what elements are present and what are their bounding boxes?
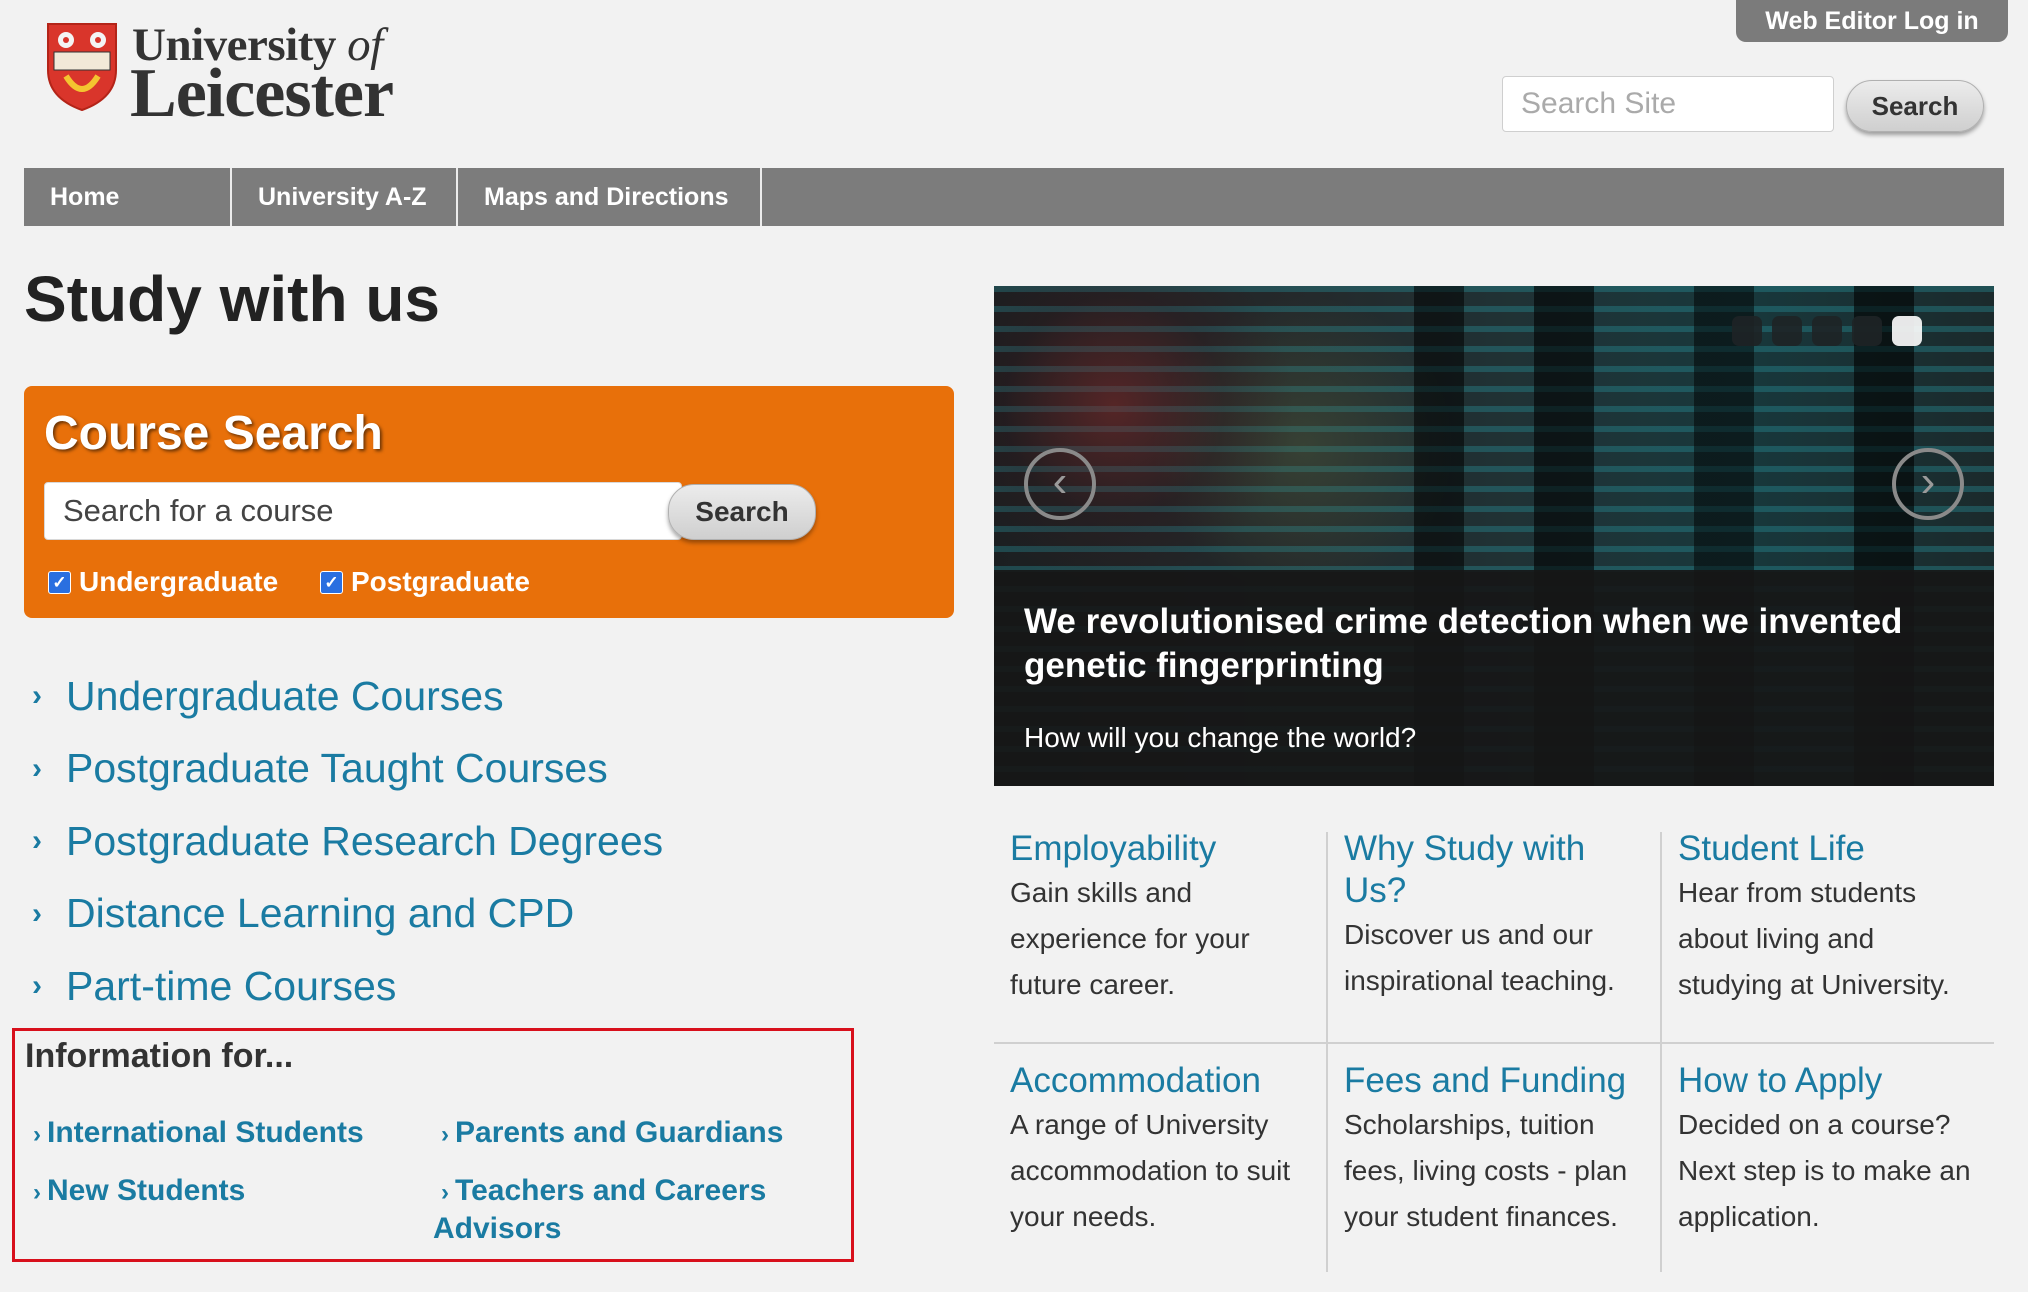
chevron-right-icon: › [33,1121,41,1148]
undergraduate-checkbox[interactable]: ✓ Undergraduate [48,566,278,598]
link-label: New Students [47,1174,246,1207]
main-nav: Home University A-Z Maps and Directions [24,168,2004,226]
hero-slider: ‹ › We revolutionised crime detection wh… [994,286,1994,786]
link-part-time-courses[interactable]: › Part-time Courses [32,950,663,1023]
feature-accommodation[interactable]: Accommodation A range of University acco… [994,1060,1327,1240]
slide-subtext: How will you change the world? [1024,722,1417,753]
course-search-button[interactable]: Search [668,484,816,540]
link-label: Distance Learning and CPD [66,890,575,937]
page-title: Study with us [24,263,440,335]
feature-title[interactable]: Why Study with Us? [1344,828,1644,912]
feature-title[interactable]: Employability [1010,828,1310,870]
feature-title[interactable]: Accommodation [1010,1060,1310,1102]
slider-dot-2[interactable] [1772,316,1802,346]
link-label: Postgraduate Research Degrees [66,817,664,864]
site-search-button[interactable]: Search [1846,80,1984,132]
feature-student-life[interactable]: Student Life Hear from students about li… [1662,828,1995,1008]
chevron-right-icon: › [32,751,42,785]
postgraduate-checkbox[interactable]: ✓ Postgraduate [320,566,530,598]
crest-icon [47,23,117,112]
information-for-box: Information for... › International Studen… [12,1028,854,1262]
feature-title[interactable]: Student Life [1678,828,1978,870]
grid-divider [994,1042,1994,1044]
university-logo[interactable]: University of Leicester [40,16,440,132]
feature-how-to-apply[interactable]: How to Apply Decided on a course? Next s… [1662,1060,1995,1240]
checkbox-checked-icon: ✓ [48,570,71,594]
feature-desc: Scholarships, tuition fees, living costs… [1344,1109,1628,1232]
link-undergraduate-courses[interactable]: › Undergraduate Courses [32,660,663,733]
feature-employability[interactable]: Employability Gain skills and experience… [994,828,1327,1008]
chevron-right-icon: › [32,824,42,858]
link-label: Part-time Courses [66,962,397,1009]
link-label: International Students [47,1116,364,1149]
slider-next-button[interactable]: › [1892,448,1964,520]
slider-dot-1[interactable] [1732,316,1762,346]
chevron-right-icon: › [32,679,42,713]
postgraduate-checkbox-label: Postgraduate [351,566,530,597]
link-postgraduate-taught-courses[interactable]: › Postgraduate Taught Courses [32,733,663,806]
checkbox-checked-icon: ✓ [320,570,343,594]
link-new-students[interactable]: › New Students [33,1173,245,1211]
slider-dot-3[interactable] [1812,316,1842,346]
information-for-title: Information for... [25,1037,294,1075]
slide-headline: We revolutionised crime detection when w… [1024,602,1903,685]
slider-dot-4[interactable] [1852,316,1882,346]
feature-why-study[interactable]: Why Study with Us? Discover us and our i… [1328,828,1661,1004]
feature-desc: Discover us and our inspirational teachi… [1344,919,1615,996]
slider-dot-5[interactable] [1892,316,1922,346]
link-distance-learning-cpd[interactable]: › Distance Learning and CPD [32,878,663,951]
feature-title[interactable]: How to Apply [1678,1060,1978,1102]
course-search-input[interactable]: Search for a course [44,482,682,540]
link-label: Postgraduate Taught Courses [66,745,608,792]
feature-desc: Gain skills and experience for your futu… [1010,877,1250,1000]
chevron-right-icon: › [441,1179,449,1206]
link-international-students[interactable]: › International Students [33,1115,364,1153]
feature-desc: Decided on a course? Next step is to mak… [1678,1109,1971,1232]
nav-item-university-a-z[interactable]: University A-Z [232,168,458,226]
logo-text-line2: Leicester [130,55,394,132]
course-search-title: Course Search [44,407,383,460]
feature-fees-funding[interactable]: Fees and Funding Scholarships, tuition f… [1328,1060,1661,1240]
nav-item-maps-directions[interactable]: Maps and Directions [458,168,762,226]
feature-desc: Hear from students about living and stud… [1678,877,1950,1000]
site-search-input[interactable]: Search Site [1502,76,1834,132]
link-label: Teachers and Careers Advisors [433,1174,767,1245]
course-links-list: › Undergraduate Courses › Postgraduate T… [32,660,663,1023]
chevron-right-icon: › [32,896,42,930]
nav-item-home[interactable]: Home [24,168,232,226]
slider-prev-button[interactable]: ‹ [1024,448,1096,520]
web-editor-login-button[interactable]: Web Editor Log in [1736,0,2008,42]
link-teachers-careers-advisors[interactable]: › Teachers and Careers Advisors [433,1173,833,1247]
feature-desc: A range of University accommodation to s… [1010,1109,1291,1232]
slider-pagination [1732,316,1922,346]
link-parents-guardians[interactable]: › Parents and Guardians [441,1115,783,1153]
course-search-panel: Course Search Search for a course Search… [24,386,954,618]
chevron-right-icon: › [441,1121,449,1148]
link-postgraduate-research-degrees[interactable]: › Postgraduate Research Degrees [32,805,663,878]
undergraduate-checkbox-label: Undergraduate [79,566,279,597]
link-label: Parents and Guardians [455,1116,784,1149]
feature-title[interactable]: Fees and Funding [1344,1060,1644,1102]
slide-caption[interactable]: We revolutionised crime detection when w… [994,570,1994,786]
chevron-right-icon: › [33,1179,41,1206]
chevron-right-icon: › [32,969,42,1003]
link-label: Undergraduate Courses [66,672,504,719]
